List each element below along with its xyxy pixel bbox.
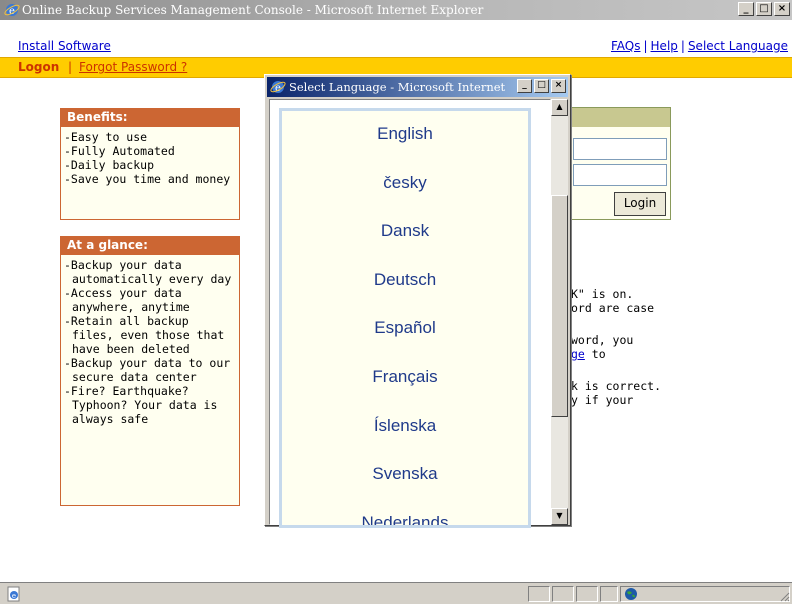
- status-cell: [552, 586, 574, 602]
- language-list: English česky Dansk Deutsch Español Fran…: [279, 108, 531, 528]
- nav-separator: |: [68, 60, 73, 74]
- popup-maximize-button[interactable]: □: [534, 79, 549, 93]
- language-svenska-link[interactable]: Svenska: [282, 464, 528, 484]
- list-item: -Access your data anywhere, anytime: [64, 286, 190, 314]
- list-item: -Daily backup: [64, 158, 155, 172]
- popup-titlebar: e Select Language - Microsoft Internet _…: [267, 77, 568, 97]
- minimize-button[interactable]: _: [738, 2, 754, 16]
- faqs-link[interactable]: FAQs: [611, 39, 641, 53]
- scroll-thumb[interactable]: [551, 195, 568, 417]
- ie-icon: e: [4, 4, 20, 17]
- scroll-up-arrow-icon[interactable]: ▲: [551, 99, 568, 116]
- login-panel-header: [561, 108, 670, 127]
- status-cell: [528, 586, 550, 602]
- login-id-field[interactable]: [573, 138, 667, 160]
- window-title: Online Backup Services Management Consol…: [22, 3, 484, 17]
- hint-text: ord are case: [571, 301, 655, 315]
- hint-link[interactable]: ge: [571, 347, 585, 361]
- hint-text: word, you: [571, 333, 634, 347]
- benefits-heading: Benefits:: [61, 109, 239, 127]
- link-separator: |: [643, 39, 648, 53]
- login-panel: Login: [560, 107, 671, 220]
- resize-grip-icon[interactable]: [778, 590, 790, 602]
- at-a-glance-heading: At a glance:: [61, 237, 239, 255]
- forgot-password-link[interactable]: Forgot Password ?: [79, 60, 187, 74]
- maximize-button[interactable]: □: [756, 2, 772, 16]
- svg-text:e: e: [12, 592, 16, 600]
- link-separator: |: [680, 39, 685, 53]
- list-item: -Save you time and money: [64, 172, 231, 186]
- benefits-list: -Easy to use -Fully Automated -Daily bac…: [61, 127, 239, 189]
- login-button[interactable]: Login: [614, 192, 666, 216]
- hint-text: y if your: [571, 393, 634, 407]
- close-button[interactable]: ×: [774, 2, 790, 16]
- list-item: -Easy to use: [64, 130, 148, 144]
- at-a-glance-list: -Backup your data automatically every da…: [61, 255, 239, 429]
- main-titlebar: e Online Backup Services Management Cons…: [0, 0, 792, 20]
- list-item: -Backup your data to our secure data cen…: [64, 356, 231, 384]
- hint-text: K" is on.: [571, 287, 634, 301]
- status-cell: [600, 586, 618, 602]
- popup-scrollbar[interactable]: ▲ ▼: [551, 99, 568, 525]
- top-links-bar: Install Software FAQs | Help | Select Langua…: [0, 20, 792, 56]
- earth-zone-icon: [625, 588, 637, 600]
- logon-tab[interactable]: Logon: [18, 60, 59, 74]
- select-language-popup: e Select Language - Microsoft Internet _…: [264, 74, 571, 528]
- popup-minimize-button[interactable]: _: [517, 79, 532, 93]
- hint-text-rest: to: [584, 347, 606, 361]
- benefits-box: Benefits: -Easy to use -Fully Automated …: [60, 108, 240, 220]
- language-english-link[interactable]: English: [282, 124, 528, 144]
- ie-icon: e: [270, 81, 286, 94]
- select-language-link[interactable]: Select Language: [688, 39, 788, 53]
- at-a-glance-box: At a glance: -Backup your data automatic…: [60, 236, 240, 506]
- list-item: -Fully Automated: [64, 144, 175, 158]
- language-nederlands-link[interactable]: Nederlands: [282, 513, 528, 525]
- ie-page-icon: e: [7, 586, 20, 602]
- password-field[interactable]: [573, 164, 667, 186]
- install-software-link[interactable]: Install Software: [18, 39, 111, 53]
- zone-cell: [620, 586, 790, 602]
- status-cell: [576, 586, 598, 602]
- language-islenska-link[interactable]: Íslenska: [282, 416, 528, 436]
- status-bar: e: [0, 582, 792, 604]
- list-item: -Retain all backup files, even those tha…: [64, 314, 225, 356]
- popup-close-button[interactable]: ×: [551, 79, 566, 93]
- popup-content: English česky Dansk Deutsch Español Fran…: [269, 99, 551, 528]
- hint-text: k is correct.: [571, 379, 662, 393]
- language-francais-link[interactable]: Français: [282, 367, 528, 387]
- scroll-down-arrow-icon[interactable]: ▼: [551, 508, 568, 525]
- language-dansk-link[interactable]: Dansk: [282, 221, 528, 241]
- help-link[interactable]: Help: [651, 39, 678, 53]
- list-item: -Backup your data automatically every da…: [64, 258, 232, 286]
- language-espanol-link[interactable]: Español: [282, 318, 528, 338]
- language-deutsch-link[interactable]: Deutsch: [282, 270, 528, 290]
- list-item: -Fire? Earthquake? Typhoon? Your data is…: [64, 384, 218, 426]
- language-cesky-link[interactable]: česky: [282, 173, 528, 193]
- hint-text: ge to: [571, 347, 606, 361]
- popup-title: Select Language - Microsoft Internet: [289, 80, 506, 94]
- header-links: FAQs | Help | Select Language: [611, 39, 788, 53]
